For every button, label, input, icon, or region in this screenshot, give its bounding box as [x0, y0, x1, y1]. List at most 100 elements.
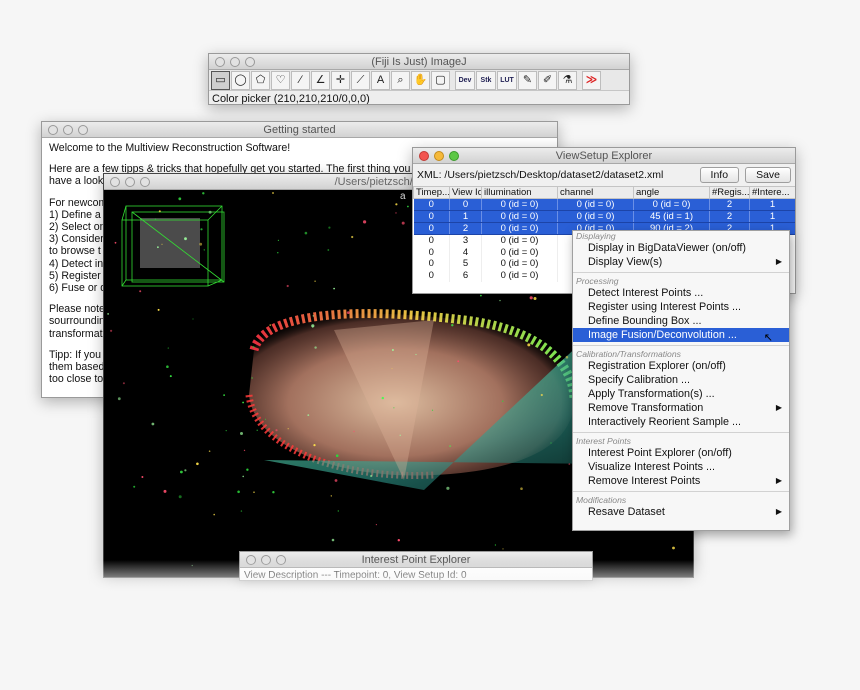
speck	[550, 442, 552, 444]
speck	[480, 294, 482, 297]
table-row[interactable]: 010 (id = 0) 0 (id = 0) 45 (id = 1) 2 1	[413, 210, 795, 223]
column-header[interactable]: illumination	[481, 186, 558, 199]
angle-tool-icon[interactable]: ∠	[311, 70, 330, 90]
table-cell: 0 (id = 0)	[633, 198, 710, 211]
rectangle-tool-icon[interactable]: ▭	[211, 70, 230, 90]
column-header[interactable]: #Intere...	[749, 186, 795, 199]
speck	[449, 445, 452, 448]
vse-titlebar[interactable]: ViewSetup Explorer	[413, 148, 795, 164]
close-icon[interactable]	[419, 151, 429, 161]
menu-item[interactable]: Image Fusion/Deconvolution ... ↖	[573, 328, 789, 344]
speck	[540, 393, 543, 397]
menu-section-header: Displaying	[576, 231, 616, 241]
wand-tool-icon[interactable]: ⟋	[351, 70, 370, 90]
minimize-icon[interactable]	[434, 151, 444, 161]
zoom-icon[interactable]	[78, 125, 88, 135]
column-header[interactable]: angle	[633, 186, 710, 199]
text-tool-icon[interactable]: A	[371, 70, 390, 90]
close-icon[interactable]	[48, 125, 58, 135]
menu-item[interactable]: Apply Transformation(s) ...	[573, 387, 789, 401]
speck	[375, 524, 377, 526]
menu-item[interactable]: Display View(s) ▶	[573, 255, 789, 269]
table-cell: 0	[413, 222, 450, 235]
zoom-icon[interactable]	[276, 555, 286, 565]
color-picker-tool-icon[interactable]: ▢	[431, 70, 450, 90]
info-button[interactable]: Info	[699, 167, 740, 183]
imagej-window: (Fiji Is Just) ImageJ ▭ ◯ ⬠ ♡ ∕ ∠ ✛ ⟋ A ⌕ ✋ ▢ Dev Stk…	[208, 53, 630, 105]
more-tools-icon[interactable]: ≫	[582, 70, 601, 90]
menu-item[interactable]: Interactively Reorient Sample ...	[573, 415, 789, 429]
menu-item[interactable]: Remove Interest Points ▶	[573, 474, 789, 488]
column-header[interactable]: channel	[557, 186, 634, 199]
menu-separator	[573, 272, 789, 273]
speck	[157, 246, 159, 249]
stack-menu-icon[interactable]: Stk	[476, 70, 496, 90]
hand-tool-icon[interactable]: ✋	[411, 70, 430, 90]
imagej-titlebar[interactable]: (Fiji Is Just) ImageJ	[209, 54, 629, 70]
column-header[interactable]: View Id	[449, 186, 482, 199]
speck	[191, 564, 193, 567]
menu-item[interactable]: Specify Calibration ...	[573, 373, 789, 387]
save-button[interactable]: Save	[745, 167, 791, 183]
table-cell: 0	[413, 246, 450, 259]
brush-tool-icon[interactable]: ✐	[538, 70, 557, 90]
speck	[363, 220, 367, 224]
text-line: 4) Detect in	[49, 257, 104, 270]
menu-item-label: Visualize Interest Points ...	[588, 461, 716, 473]
zoom-icon[interactable]	[449, 151, 459, 161]
speck	[208, 450, 211, 453]
menu-item-label: Display in BigDataViewer (on/off)	[588, 242, 747, 254]
minimize-icon[interactable]	[230, 57, 240, 67]
table-row[interactable]: 000 (id = 0) 0 (id = 0) 0 (id = 0) 2 1	[413, 198, 795, 211]
close-icon[interactable]	[110, 177, 120, 187]
getting-started-titlebar[interactable]: Getting started	[42, 122, 557, 138]
close-icon[interactable]	[215, 57, 225, 67]
point-tool-icon[interactable]: ✛	[331, 70, 350, 90]
column-header[interactable]: #Regis...	[709, 186, 750, 199]
menu-item[interactable]: Visualize Interest Points ...	[573, 460, 789, 474]
flood-fill-tool-icon[interactable]: ⚗	[558, 70, 577, 90]
speck	[225, 430, 227, 432]
polygon-tool-icon[interactable]: ⬠	[251, 70, 270, 90]
menu-item-label: Apply Transformation(s) ...	[588, 388, 715, 400]
menu-item[interactable]: Resave Dataset ▶	[573, 505, 789, 519]
menu-item[interactable]: Define Bounding Box ...	[573, 314, 789, 328]
dev-menu-icon[interactable]: Dev	[455, 70, 475, 90]
menu-item-label: Display View(s)	[588, 256, 663, 268]
speck	[393, 407, 395, 409]
table-cell: 2	[709, 198, 750, 211]
speck	[391, 368, 393, 370]
text-line: them based	[49, 361, 105, 374]
minimize-icon[interactable]	[63, 125, 73, 135]
oval-tool-icon[interactable]: ◯	[231, 70, 250, 90]
table-cell: 2	[709, 210, 750, 223]
close-icon[interactable]	[246, 555, 256, 565]
line-tool-icon[interactable]: ∕	[291, 70, 310, 90]
zoom-icon[interactable]	[140, 177, 150, 187]
menu-item[interactable]: Detect Interest Points ...	[573, 286, 789, 300]
text-line: 3) Consider	[49, 233, 104, 246]
freehand-tool-icon[interactable]: ♡	[271, 70, 290, 90]
table-cell: 0	[413, 234, 450, 247]
speck	[307, 414, 310, 416]
xml-path-row: XML: /Users/pietzsch/Desktop/dataset2/da…	[413, 164, 795, 186]
context-menu[interactable]: Displaying Display in BigDataViewer (on/o…	[572, 230, 790, 531]
minimize-icon[interactable]	[261, 555, 271, 565]
menu-item[interactable]: Interest Point Explorer (on/off)	[573, 446, 789, 460]
table-cell: 0	[413, 258, 450, 270]
menu-item[interactable]: Display in BigDataViewer (on/off)	[573, 241, 789, 255]
menu-item[interactable]: Register using Interest Points ...	[573, 300, 789, 314]
speck	[253, 491, 255, 494]
text-line: sourroundin	[49, 315, 105, 328]
column-header[interactable]: Timep...	[413, 186, 450, 199]
menu-item[interactable]: Registration Explorer (on/off)	[573, 359, 789, 373]
speck	[314, 280, 316, 282]
magnifier-tool-icon[interactable]: ⌕	[391, 70, 410, 90]
zoom-icon[interactable]	[245, 57, 255, 67]
menu-item[interactable]: Remove Transformation ▶	[573, 401, 789, 415]
pencil-tool-icon[interactable]: ✎	[518, 70, 537, 90]
minimize-icon[interactable]	[125, 177, 135, 187]
lut-menu-icon[interactable]: LUT	[497, 70, 517, 90]
ipe-titlebar[interactable]: Interest Point Explorer	[240, 552, 592, 568]
table-cell: 0 (id = 0)	[481, 210, 558, 223]
